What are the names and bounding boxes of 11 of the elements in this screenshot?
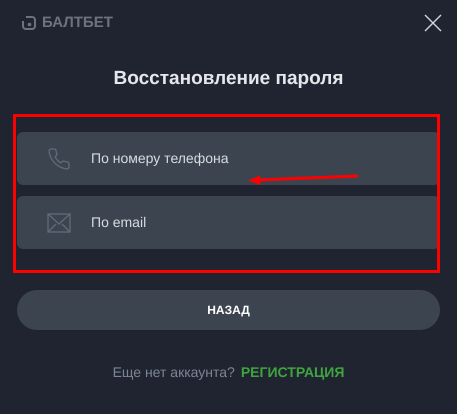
back-button[interactable]: НАЗАД <box>17 290 440 330</box>
footer-text: Еще нет аккаунта? <box>112 363 235 382</box>
envelope-icon <box>47 212 71 232</box>
dialog-title: Восстановление пароля <box>114 66 344 90</box>
phone-icon <box>47 146 71 170</box>
recovery-option[interactable]: По номеру телефона <box>17 132 440 185</box>
close-button[interactable] <box>423 13 443 34</box>
recovery-option[interactable]: По email <box>17 196 440 249</box>
logo-icon <box>21 15 37 32</box>
register-link[interactable]: РЕГИСТРАЦИЯ <box>240 362 344 383</box>
brand-name: БАЛТБЕТ <box>42 13 113 33</box>
